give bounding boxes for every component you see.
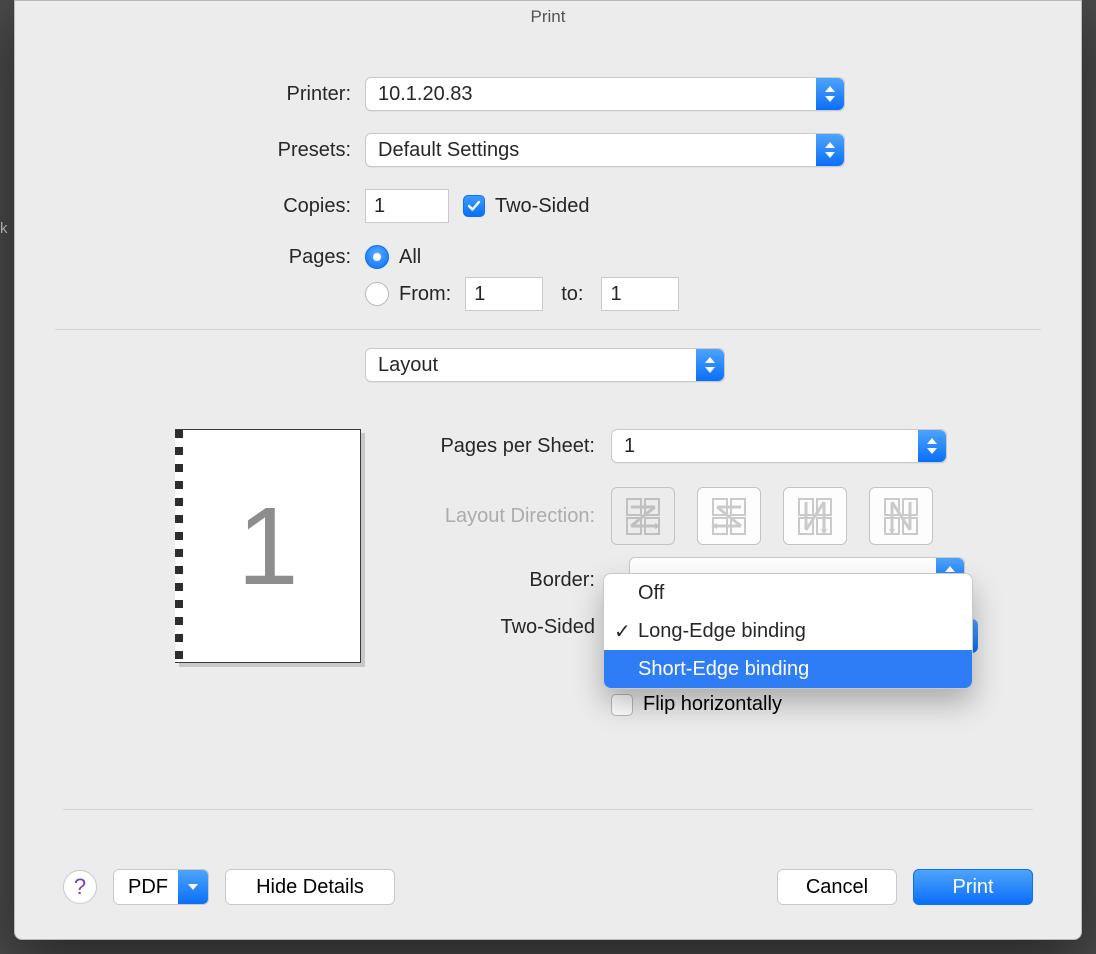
layout-dir-3[interactable]	[783, 487, 847, 545]
layout-z-icon	[624, 496, 662, 536]
radio-circle-icon	[365, 282, 389, 306]
label-printer: Printer:	[55, 83, 365, 106]
layout-dir-2[interactable]	[697, 487, 761, 545]
pane-value: Layout	[378, 354, 438, 377]
pages-all-radio[interactable]: All	[365, 245, 421, 269]
dialog-footer: ? PDF Hide Details Cancel Print	[63, 869, 1033, 905]
help-button[interactable]: ?	[63, 870, 97, 904]
copies-value: 1	[374, 195, 385, 218]
print-dialog-sheet: Print Printer: 10.1.20.83 Presets: Defau…	[14, 0, 1082, 940]
row-flip: Flip horizontally	[395, 693, 951, 716]
checkbox-box-icon	[463, 195, 485, 217]
row-pages-range: From: 1 to: 1	[55, 277, 1041, 311]
menu-item-short-edge[interactable]: Short-Edge binding	[604, 650, 972, 688]
divider	[55, 329, 1041, 330]
pages-from-field[interactable]: 1	[465, 277, 543, 311]
two-sided-label: Two-Sided	[495, 195, 590, 218]
hide-details-button[interactable]: Hide Details	[225, 869, 395, 905]
label-pages-per-sheet: Pages per Sheet:	[395, 435, 611, 458]
pages-range-radio[interactable]: From:	[365, 282, 451, 306]
pages-to-label: to:	[557, 283, 587, 306]
chevrons-icon	[816, 78, 844, 110]
two-sided-menu: Off Long-Edge binding Short-Edge binding	[603, 573, 973, 689]
printer-popup-value: 10.1.20.83	[378, 83, 473, 106]
row-layout-direction: Layout Direction:	[395, 487, 951, 545]
row-printer: Printer: 10.1.20.83	[55, 77, 1041, 111]
row-presets: Presets: Default Settings	[55, 133, 1041, 167]
checkbox-box-icon	[611, 694, 633, 716]
pages-to-field[interactable]: 1	[601, 277, 679, 311]
cancel-label: Cancel	[806, 876, 868, 899]
layout-n-icon	[796, 496, 834, 536]
menu-item-label: Off	[638, 582, 664, 605]
two-sided-checkbox[interactable]: Two-Sided	[463, 195, 590, 218]
label-border: Border:	[395, 569, 611, 592]
dialog-title: Print	[15, 1, 1081, 27]
label-presets: Presets:	[55, 139, 365, 162]
label-two-sided: Two-Sided	[395, 616, 611, 639]
layout-direction-buttons	[611, 487, 933, 545]
presets-popup[interactable]: Default Settings	[365, 133, 845, 167]
menu-item-label: Short-Edge binding	[638, 658, 809, 681]
layout-n2-icon	[882, 496, 920, 536]
presets-popup-value: Default Settings	[378, 139, 519, 162]
row-pages-per-sheet: Pages per Sheet: 1	[395, 429, 951, 463]
pane-popup[interactable]: Layout	[365, 348, 725, 382]
menu-item-off[interactable]: Off	[604, 574, 972, 612]
page-preview: 1	[175, 429, 361, 663]
copies-field[interactable]: 1	[365, 189, 449, 223]
menu-item-long-edge[interactable]: Long-Edge binding	[604, 612, 972, 650]
dialog-content: Printer: 10.1.20.83 Presets: Default Set…	[15, 27, 1081, 382]
chevron-down-icon	[178, 870, 208, 904]
chevrons-icon	[816, 134, 844, 166]
footer-divider	[63, 809, 1033, 810]
hide-details-label: Hide Details	[256, 876, 364, 899]
print-label: Print	[952, 876, 993, 899]
menu-item-label: Long-Edge binding	[638, 620, 806, 643]
pages-from-label: From:	[399, 283, 451, 306]
help-icon: ?	[74, 874, 86, 900]
pdf-label: PDF	[128, 876, 168, 899]
radio-circle-icon	[365, 245, 389, 269]
pages-to-value: 1	[610, 283, 621, 306]
pages-per-sheet-value: 1	[624, 435, 635, 458]
print-button[interactable]: Print	[913, 869, 1033, 905]
background-fragment: k	[0, 220, 14, 237]
pdf-menu-button[interactable]: PDF	[113, 869, 209, 905]
label-copies: Copies:	[55, 195, 365, 218]
cancel-button[interactable]: Cancel	[777, 869, 897, 905]
pages-all-label: All	[399, 246, 421, 269]
layout-dir-1[interactable]	[611, 487, 675, 545]
page-preview-number: 1	[176, 430, 360, 662]
pages-from-value: 1	[474, 283, 485, 306]
flip-label: Flip horizontally	[643, 693, 782, 716]
flip-horizontally-checkbox[interactable]: Flip horizontally	[611, 693, 782, 716]
row-pages-all: Pages: All	[55, 245, 1041, 269]
layout-dir-4[interactable]	[869, 487, 933, 545]
printer-popup[interactable]: 10.1.20.83	[365, 77, 845, 111]
layout-s-icon	[710, 496, 748, 536]
chevrons-icon	[918, 430, 946, 462]
label-layout-direction: Layout Direction:	[395, 505, 611, 528]
row-copies: Copies: 1 Two-Sided	[55, 189, 1041, 223]
chevrons-icon	[696, 349, 724, 381]
pages-per-sheet-popup[interactable]: 1	[611, 429, 947, 463]
row-pane: Layout	[55, 348, 1041, 382]
label-pages: Pages:	[55, 246, 365, 269]
